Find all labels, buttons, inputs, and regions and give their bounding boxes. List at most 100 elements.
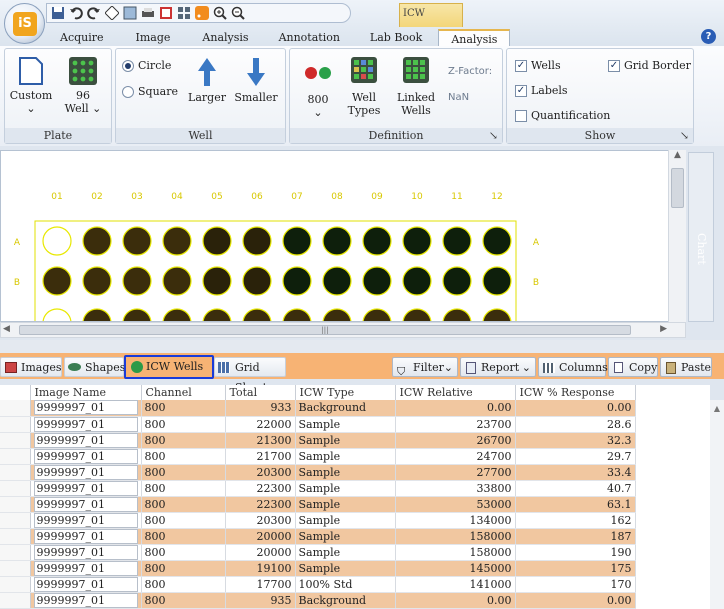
- channel-800-button[interactable]: 800 ⌄: [296, 63, 340, 119]
- table-cell[interactable]: 9999997_01: [30, 592, 142, 609]
- wells-checkbox[interactable]: ✓ Wells: [515, 59, 561, 72]
- rss-icon[interactable]: [195, 6, 209, 20]
- table-cell[interactable]: 134000: [395, 512, 516, 529]
- table-cell[interactable]: 145000: [395, 560, 516, 577]
- dialog-launcher-icon[interactable]: ↘: [489, 128, 498, 143]
- table-row[interactable]: 9999997_01 800 21300 Sample 26700 32.3: [0, 432, 636, 449]
- table-cell[interactable]: 162: [515, 512, 636, 529]
- table-cell[interactable]: 800: [141, 512, 226, 529]
- table-cell[interactable]: Sample: [295, 496, 396, 513]
- circle-radio[interactable]: Circle: [122, 59, 171, 72]
- plate-canvas[interactable]: 01 02 03 04 05 06 07 08 09 10 11 12 A A B B: [0, 150, 686, 322]
- plate-image[interactable]: 01 02 03 04 05 06 07 08 09 10 11 12 A A B B: [1, 151, 669, 322]
- redo-icon[interactable]: [87, 6, 101, 20]
- grid-scroll-up[interactable]: ▲: [710, 404, 724, 413]
- table-cell[interactable]: 9999997_01: [30, 432, 142, 449]
- filter-button[interactable]: ⛉ Filter ⌄: [392, 357, 458, 378]
- row-header[interactable]: [0, 592, 31, 609]
- row-header[interactable]: [0, 464, 31, 481]
- tab-icw-wells[interactable]: ICW Wells: [124, 355, 214, 379]
- tab-annotation[interactable]: Annotation: [265, 29, 354, 47]
- larger-button[interactable]: Larger: [186, 57, 228, 104]
- report-button[interactable]: Report ⌄: [460, 357, 536, 377]
- image-name-cell[interactable]: 9999997_01: [33, 560, 138, 575]
- table-cell[interactable]: 20300: [225, 464, 296, 481]
- row-header[interactable]: [0, 544, 31, 561]
- column-header[interactable]: Image Name: [30, 385, 142, 400]
- row-header[interactable]: [0, 416, 31, 433]
- image-name-cell[interactable]: 9999997_01: [33, 592, 138, 607]
- table-cell[interactable]: 22300: [225, 480, 296, 497]
- row-header[interactable]: [0, 480, 31, 497]
- table-row[interactable]: 9999997_01 800 22300 Sample 33800 40.7: [0, 480, 636, 497]
- tab-shapes[interactable]: Shapes: [64, 357, 125, 377]
- table-cell[interactable]: 33.4: [515, 464, 636, 481]
- table-cell[interactable]: Sample: [295, 544, 396, 561]
- table-cell[interactable]: 9999997_01: [30, 416, 142, 433]
- copy-button[interactable]: Copy: [608, 357, 658, 377]
- help-icon[interactable]: ?: [701, 29, 716, 44]
- table-cell[interactable]: 800: [141, 432, 226, 449]
- canvas-horizontal-scrollbar[interactable]: ◀ ||| ▶: [0, 322, 686, 338]
- table-cell[interactable]: Sample: [295, 432, 396, 449]
- row-header[interactable]: [0, 400, 31, 417]
- undo-icon[interactable]: [69, 6, 83, 20]
- column-header[interactable]: ICW Type: [295, 385, 396, 400]
- table-cell[interactable]: 9999997_01: [30, 480, 142, 497]
- table-cell[interactable]: 9999997_01: [30, 496, 142, 513]
- table-cell[interactable]: 800: [141, 464, 226, 481]
- table-cell[interactable]: 40.7: [515, 480, 636, 497]
- tab-analysis[interactable]: Analysis: [186, 29, 264, 47]
- grid-border-checkbox[interactable]: ✓ Grid Border: [608, 59, 691, 72]
- scroll-thumb[interactable]: [671, 168, 684, 208]
- table-cell[interactable]: 141000: [395, 576, 516, 593]
- well-types-button[interactable]: Well Types: [342, 57, 386, 117]
- tab-acquire[interactable]: Acquire: [44, 29, 120, 47]
- table-cell[interactable]: 800: [141, 496, 226, 513]
- table-cell[interactable]: Background: [295, 592, 396, 609]
- table-cell[interactable]: 800: [141, 544, 226, 561]
- scroll-left-arrow[interactable]: ◀: [3, 324, 10, 334]
- row-header[interactable]: [0, 528, 31, 545]
- table-cell[interactable]: 158000: [395, 528, 516, 545]
- table-cell[interactable]: Sample: [295, 512, 396, 529]
- labels-checkbox[interactable]: ✓ Labels: [515, 84, 568, 97]
- table-cell[interactable]: 9999997_01: [30, 448, 142, 465]
- tab-images[interactable]: Images: [0, 357, 62, 377]
- tab-grid-sheet[interactable]: Grid Sheet: [214, 357, 286, 394]
- table-row[interactable]: 9999997_01 800 21700 Sample 24700 29.7: [0, 448, 636, 465]
- table-cell[interactable]: 21700: [225, 448, 296, 465]
- table-cell[interactable]: 800: [141, 480, 226, 497]
- tab-icw-analysis[interactable]: Analysis: [438, 29, 511, 47]
- table-cell[interactable]: 27700: [395, 464, 516, 481]
- image-name-cell[interactable]: 9999997_01: [33, 416, 138, 431]
- column-header[interactable]: ICW % Response: [515, 385, 636, 400]
- table-cell[interactable]: 26700: [395, 432, 516, 449]
- smaller-button[interactable]: Smaller: [234, 57, 278, 104]
- custom-plate-button[interactable]: Custom ⌄: [9, 57, 53, 115]
- table-cell[interactable]: 32.3: [515, 432, 636, 449]
- image-name-cell[interactable]: 9999997_01: [33, 400, 138, 415]
- table-row[interactable]: 9999997_01 800 20300 Sample 27700 33.4: [0, 464, 636, 481]
- thumbnails-icon[interactable]: [177, 6, 191, 20]
- row-header[interactable]: [0, 432, 31, 449]
- grid-vertical-scrollbar[interactable]: ▲: [710, 400, 724, 609]
- table-row[interactable]: 9999997_01 800 20000 Sample 158000 190: [0, 544, 636, 561]
- table-cell[interactable]: 0.00: [515, 592, 636, 609]
- column-header[interactable]: Channel: [141, 385, 226, 400]
- column-header[interactable]: Total: [225, 385, 296, 400]
- table-cell[interactable]: Sample: [295, 528, 396, 545]
- table-cell[interactable]: 9999997_01: [30, 560, 142, 577]
- table-cell[interactable]: 9999997_01: [30, 464, 142, 481]
- table-cell[interactable]: 935: [225, 592, 296, 609]
- table-row[interactable]: 9999997_01 800 22300 Sample 53000 63.1: [0, 496, 636, 513]
- scroll-right-arrow[interactable]: ▶: [660, 324, 667, 334]
- quantification-checkbox[interactable]: Quantification: [515, 109, 610, 122]
- table-row[interactable]: 9999997_01 800 19100 Sample 145000 175: [0, 560, 636, 577]
- table-cell[interactable]: 800: [141, 528, 226, 545]
- table-row[interactable]: 9999997_01 800 933 Background 0.00 0.00: [0, 400, 636, 417]
- image-name-cell[interactable]: 9999997_01: [33, 448, 138, 463]
- image-name-cell[interactable]: 9999997_01: [33, 464, 138, 479]
- table-cell[interactable]: 20000: [225, 528, 296, 545]
- image-name-cell[interactable]: 9999997_01: [33, 576, 138, 591]
